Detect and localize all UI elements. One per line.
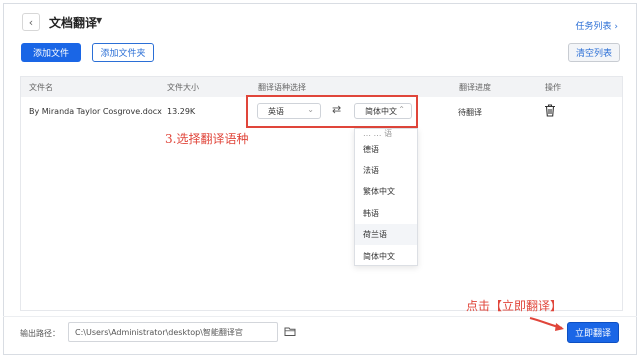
col-file-name: 文件名 — [29, 83, 53, 92]
dropdown-option-hovered[interactable]: 荷兰语 — [355, 224, 417, 245]
folder-icon[interactable] — [284, 326, 296, 337]
dropdown-option[interactable]: 繁体中文 — [355, 181, 417, 202]
trash-icon[interactable] — [544, 104, 556, 117]
output-path-label: 输出路径： — [20, 329, 60, 338]
col-lang-select: 翻译语种选择 — [258, 83, 306, 92]
col-progress: 翻译进度 — [459, 83, 491, 92]
annotation-click-translate: 点击【立即翻译】 — [466, 299, 563, 313]
row-progress: 待翻译 — [458, 108, 482, 117]
chevron-left-icon: ‹ — [28, 15, 34, 29]
arrow-icon — [529, 317, 564, 331]
translate-now-button[interactable]: 立即翻译 — [567, 322, 619, 343]
table-header: 文件名 文件大小 翻译语种选择 翻译进度 操作 — [21, 77, 622, 97]
task-list-link[interactable]: 任务列表 › — [576, 19, 618, 32]
footer-divider — [3, 316, 637, 317]
row-file-name: By Miranda Taylor Cosgrove.docx — [29, 107, 162, 116]
add-file-button[interactable]: 添加文件 — [21, 43, 81, 62]
dropdown-option[interactable]: 德语 — [355, 139, 417, 160]
dropdown-option[interactable]: 韩语 — [355, 203, 417, 224]
add-folder-button[interactable]: 添加文件夹 — [92, 43, 154, 62]
dropdown-option[interactable]: 法语 — [355, 160, 417, 181]
page-title: 文档翻译 — [49, 16, 98, 30]
dropdown-option[interactable]: 简体中文 — [355, 246, 417, 265]
back-button[interactable]: ‹ — [22, 13, 40, 31]
annotation-select-lang: 3.选择翻译语种 — [165, 132, 249, 146]
row-file-size: 13.29K — [167, 107, 196, 116]
lang-select-highlight — [246, 95, 418, 128]
col-file-size: 文件大小 — [167, 83, 199, 92]
caret-down-icon[interactable]: ▼ — [96, 16, 102, 25]
target-lang-dropdown: … … 语 德语 法语 繁体中文 韩语 荷兰语 简体中文 — [354, 128, 418, 266]
col-actions: 操作 — [545, 83, 561, 92]
output-path-input[interactable]: C:\Users\Administrator\desktop\智能翻译官 — [68, 322, 278, 342]
clear-list-button[interactable]: 清空列表 — [568, 43, 620, 62]
